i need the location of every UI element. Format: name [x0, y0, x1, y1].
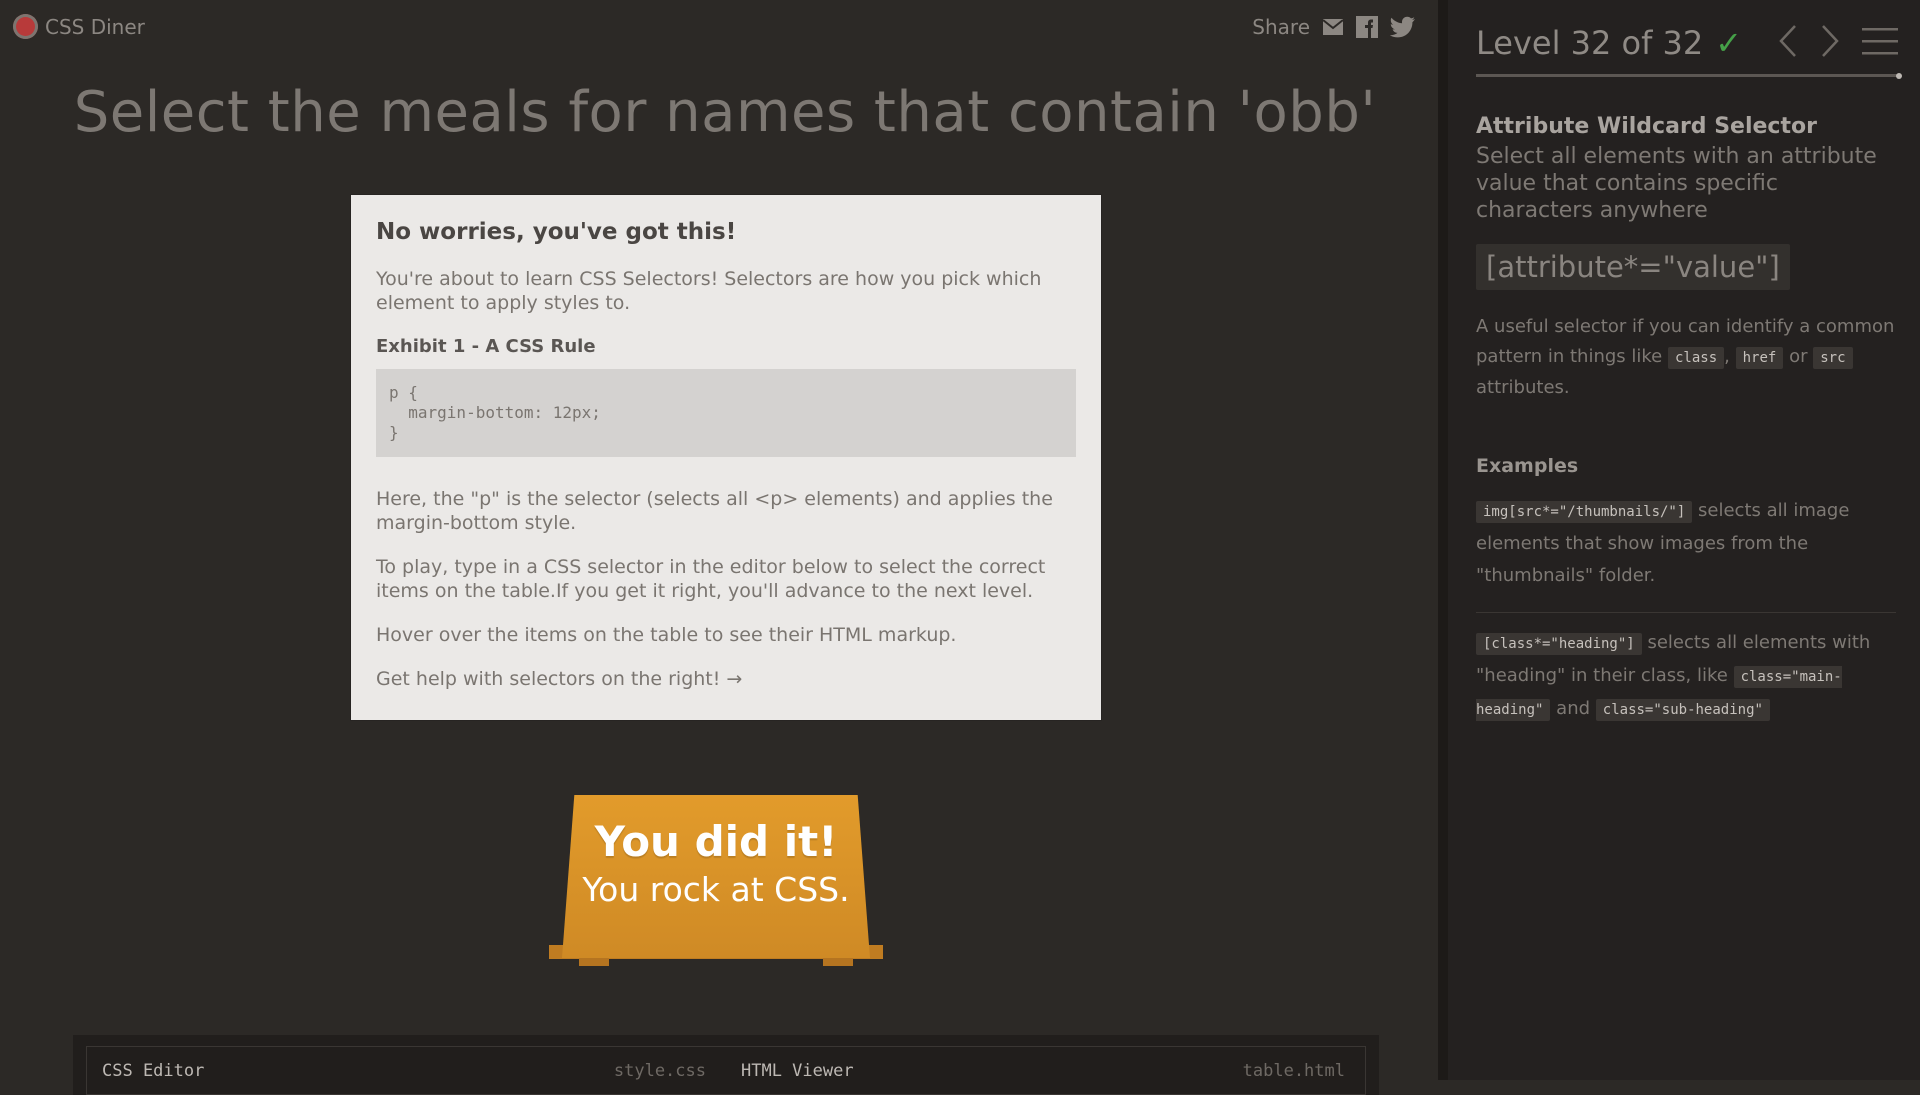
level-nav — [1778, 24, 1898, 58]
mail-icon[interactable] — [1322, 18, 1344, 36]
hint-separator: , — [1724, 346, 1730, 367]
help-modal: No worries, you've got this! You're abou… — [351, 195, 1101, 720]
table-leg-left — [579, 958, 609, 966]
modal-exhibit-title: Exhibit 1 - A CSS Rule — [376, 336, 596, 357]
css-file-name: style.css — [613, 1061, 706, 1081]
hint-text-2: attributes. — [1476, 377, 1570, 398]
modal-code-sample: p { margin-bottom: 12px; } — [376, 369, 1076, 457]
twitter-icon[interactable] — [1390, 16, 1416, 38]
table-subtitle: You rock at CSS. — [582, 870, 850, 909]
html-file-name: table.html — [1242, 1061, 1345, 1081]
level-header: Level 32 of 32 ✓ — [1476, 24, 1902, 79]
selector-hint: A useful selector if you can identify a … — [1476, 312, 1896, 403]
table-title: You did it! — [594, 817, 838, 866]
level-indicator: Level 32 of 32 ✓ — [1476, 24, 1742, 62]
facebook-icon[interactable] — [1356, 16, 1378, 38]
dining-table: You did it! You rock at CSS. — [549, 795, 883, 966]
modal-heading: No worries, you've got this! — [376, 219, 737, 245]
progress-marker — [1896, 73, 1902, 79]
example-1-code: img[src*="/thumbnails/"] — [1476, 501, 1693, 523]
editor-panel: CSS Editor style.css HTML Viewer table.h… — [73, 1035, 1379, 1095]
level-label: Level 32 of 32 — [1476, 24, 1704, 62]
sidebar-border — [1438, 0, 1448, 1080]
share-bar: Share — [1252, 15, 1416, 39]
table-message: You did it! You rock at CSS. — [562, 817, 870, 909]
example-item: [class*="heading"] selects all elements … — [1476, 612, 1896, 742]
selector-syntax: [attribute*="value"] — [1476, 244, 1790, 290]
level-instruction: Select the meals for names that contain … — [73, 80, 1377, 145]
css-editor-label: CSS Editor — [102, 1061, 205, 1081]
html-viewer-label: HTML Viewer — [741, 1061, 854, 1081]
modal-play: To play, type in a CSS selector in the e… — [376, 556, 1046, 602]
help-panel: Attribute Wildcard Selector Select all e… — [1476, 114, 1896, 742]
example-2-code: [class*="heading"] — [1476, 633, 1642, 655]
share-label: Share — [1252, 15, 1310, 39]
hint-or: or — [1789, 346, 1808, 367]
code-class: class — [1667, 347, 1725, 369]
app-title: CSS Diner — [45, 14, 145, 39]
checkmark-icon: ✓ — [1715, 24, 1743, 62]
modal-help-hint: Get help with selectors on the right! → — [376, 668, 743, 690]
html-viewer[interactable]: HTML Viewer table.html — [726, 1047, 1365, 1094]
examples-heading: Examples — [1476, 455, 1579, 477]
previous-level-button[interactable] — [1778, 24, 1798, 58]
app-logo[interactable]: CSS Diner — [13, 14, 145, 39]
example-2-code-sub: class="sub-heading" — [1595, 699, 1770, 721]
css-editor[interactable]: CSS Editor style.css — [87, 1047, 726, 1094]
modal-hover: Hover over the items on the table to see… — [376, 624, 957, 646]
next-level-button[interactable] — [1820, 24, 1840, 58]
example-item: img[src*="/thumbnails/"] selects all ima… — [1476, 495, 1896, 608]
example-2-and: and — [1556, 698, 1591, 719]
code-src: src — [1813, 347, 1853, 369]
modal-explain: Here, the "p" is the selector (selects a… — [376, 488, 1053, 534]
modal-intro: You're about to learn CSS Selectors! Sel… — [376, 268, 1042, 314]
table-leg-right — [823, 958, 853, 966]
game-area: CSS Diner Share Select the meals for nam… — [0, 0, 1438, 1095]
menu-icon[interactable] — [1862, 26, 1898, 56]
selector-description: Select all elements with an attribute va… — [1476, 144, 1877, 223]
selector-title: Attribute Wildcard Selector — [1476, 114, 1817, 139]
editor-window: CSS Editor style.css HTML Viewer table.h… — [86, 1046, 1366, 1095]
logo-icon — [13, 14, 38, 39]
code-href: href — [1735, 347, 1784, 369]
